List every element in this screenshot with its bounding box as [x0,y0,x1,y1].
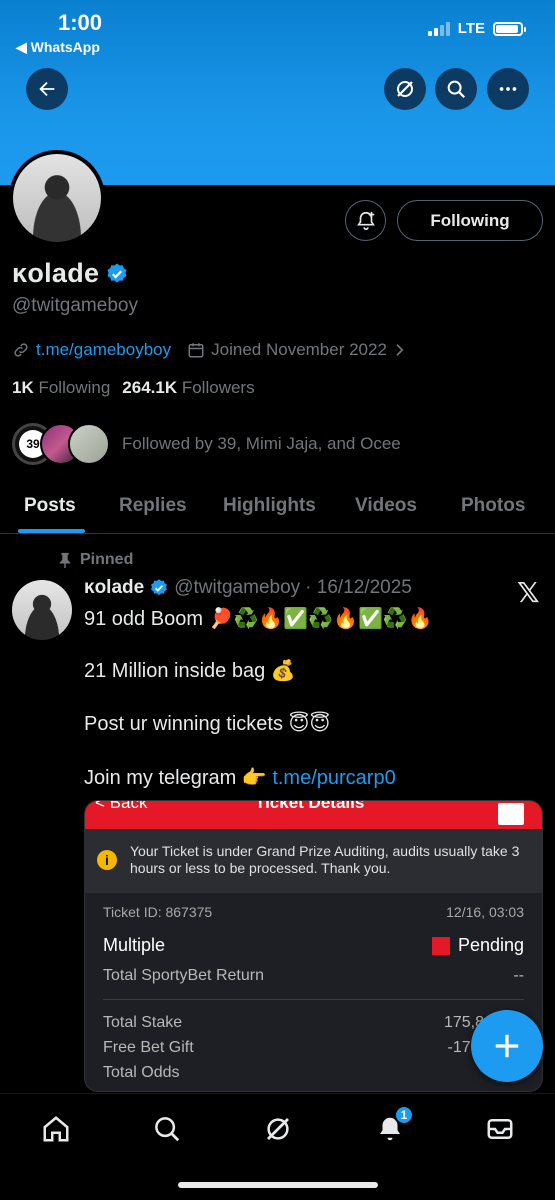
tab-photos[interactable]: Photos [461,495,525,517]
ticket-header: < Back Ticket Details [85,801,542,829]
post-line-1: 91 odd Boom 🏓♻️🔥✅♻️🔥✅♻️🔥 [84,606,433,630]
notification-badge: 1 [394,1105,414,1125]
followed-by-row[interactable]: 39 Followed by 39, Mimi Jaja, and Ocee [12,423,401,465]
pinned-label: Pinned [58,551,133,569]
ticket-return-row: Total SportyBet Return -- [103,967,524,984]
post-author-name[interactable]: ĸolade [84,577,144,599]
calendar-icon [188,343,204,358]
ticket-divider [103,999,524,1000]
back-button[interactable] [26,68,68,110]
search-button[interactable] [435,68,477,110]
chevron-right-icon[interactable] [393,341,407,359]
home-indicator[interactable] [178,1182,378,1188]
more-dots-icon [499,87,517,91]
signal-icon [427,21,450,36]
ticket-id-row: Ticket ID: 867375 12/16, 03:03 [103,904,524,920]
post-author-avatar[interactable] [12,580,72,640]
nav-grok[interactable] [261,1112,295,1146]
pending-status-icon [431,936,450,955]
post-date: · 16/12/2025 [305,577,412,598]
verified-badge-icon[interactable] [105,262,129,286]
profile-tabs: Posts Replies Highlights Videos Photos [0,480,555,534]
ticket-stake-row: Total Stake 175,8 [103,1014,484,1031]
telegram-link[interactable]: t.me/purcarp0 [272,767,395,789]
notifications-subscribe-button[interactable] [345,200,386,241]
search-icon [447,80,466,99]
status-time: 1:00 [58,10,103,35]
home-icon [43,1116,69,1142]
tab-videos[interactable]: Videos [355,495,417,517]
bell-plus-icon [356,211,375,230]
verified-badge-icon [151,579,168,596]
following-button[interactable]: Following [397,200,543,241]
sportybet-logo-icon [498,803,524,825]
arrow-left-icon [39,81,55,97]
profile-name: ĸolade [12,258,100,288]
network-label: LTE [457,20,485,37]
nav-search[interactable] [150,1112,184,1146]
post-line-4: Join my telegram 👉 t.me/purcarp0 [84,765,396,789]
status-indicators: LTE [427,20,526,37]
post-line-2: 21 Million inside bag 💰 [84,658,296,682]
tab-posts[interactable]: Posts [24,495,76,517]
more-button[interactable] [487,68,529,110]
search-icon [155,1117,180,1142]
post-author-handle: @twitgameboy [174,577,301,598]
nav-messages[interactable] [483,1112,517,1146]
grok-button[interactable] [384,68,426,110]
ticket-title: Ticket Details [255,800,365,812]
ticket-notice: i Your Ticket is under Grand Prize Audit… [85,829,542,893]
joined-date: Joined November 2022 [211,340,387,359]
grok-icon [397,81,413,97]
nav-notifications[interactable]: 1 [373,1105,414,1146]
profile-link[interactable]: t.me/gameboyboy [36,340,171,360]
tab-highlights[interactable]: Highlights [223,495,316,517]
compose-post-button[interactable] [471,1010,543,1082]
tab-replies[interactable]: Replies [119,495,187,517]
mail-icon [487,1119,513,1139]
post-header: ĸolade @twitgameboy · 16/12/2025 [84,577,412,599]
back-to-whatsapp[interactable]: ◀ WhatsApp [16,39,100,56]
profile-name-row: ĸolade [12,258,129,289]
profile-stats: 1K Following 264.1K Followers [12,378,255,398]
grok-icon [267,1118,289,1140]
ticket-type-row: Multiple Pending [103,935,524,955]
post-line-3: Post ur winning tickets 😇😇 [84,711,331,735]
ticket-gift-row: Free Bet Gift -173, [103,1039,484,1056]
profile-meta: t.me/gameboyboy Joined November 2022 [12,340,407,360]
link-icon [14,343,28,357]
x-logo-icon: 𝕏 [517,576,540,609]
pin-icon [59,552,71,568]
info-icon: i [97,850,117,870]
profile-avatar[interactable] [9,150,105,246]
follower-avatar-ocee [68,423,110,465]
profile-handle: @twitgameboy [12,295,138,316]
ticket-notice-text: Your Ticket is under Grand Prize Auditin… [130,843,520,876]
ticket-back: < Back [95,800,148,812]
followers-stat[interactable]: 264.1K Followers [122,378,254,398]
battery-icon [493,21,526,36]
nav-home[interactable] [39,1112,73,1146]
ticket-odds-row: Total Odds [103,1064,180,1081]
followed-by-text: Followed by 39, Mimi Jaja, and Ocee [122,434,401,453]
plus-icon [495,1034,519,1058]
active-tab-indicator [18,529,85,533]
following-stat[interactable]: 1K Following [12,378,110,398]
